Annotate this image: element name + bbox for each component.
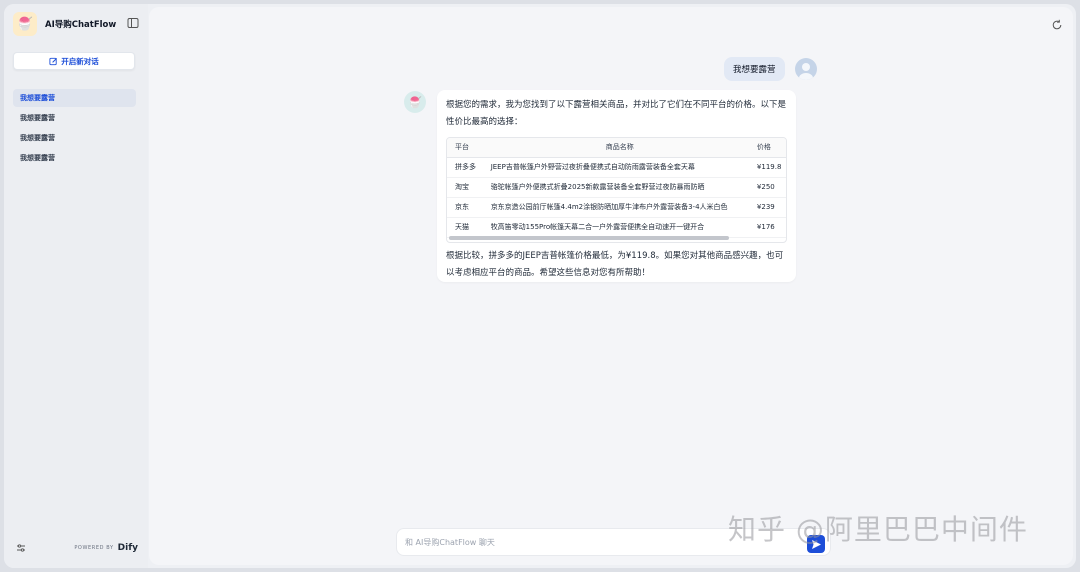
conversation-label: 我想要露营 (20, 134, 55, 142)
settings-icon[interactable] (16, 543, 26, 553)
app-header: 🍧 AI导购ChatFlow (13, 11, 141, 37)
app-logo-icon: 🍧 (13, 12, 37, 36)
user-message-row: 我想要露营 (724, 57, 817, 81)
user-avatar (794, 58, 817, 80)
conversation-item[interactable]: 我想要露营 (13, 129, 136, 147)
cell-product: JEEP吉普帐篷户外野营过夜折叠便携式自动防雨露营装备全套天幕 (482, 157, 749, 178)
new-chat-button[interactable]: 开启新对话 (13, 52, 135, 70)
sidebar-footer: POWERED BY Dify (16, 542, 138, 554)
cell-product: 京东京造公园前厅帐篷4.4m2涂银防晒加厚牛津布户外露营装备3-4人米白色 (482, 197, 749, 218)
cell-price: ¥239 (748, 197, 786, 218)
dify-logo: Dify (117, 543, 138, 553)
edit-icon (49, 57, 58, 65)
header-platform: 平台 (447, 138, 483, 158)
cell-product: 牧高笛零动155Pro帐篷天幕二合一户外露营便携全自动速开一键开合 (482, 217, 749, 238)
cell-platform: 淘宝 (447, 177, 483, 198)
header-price: 价格 (748, 138, 786, 158)
user-message-bubble: 我想要露营 (724, 57, 785, 81)
table-row: 京东 京东京造公园前厅帐篷4.4m2涂银防晒加厚牛津布户外露营装备3-4人米白色… (447, 197, 786, 218)
table-row: 拼多多 JEEP吉普帐篷户外野营过夜折叠便携式自动防雨露营装备全套天幕 ¥119… (447, 157, 786, 178)
bot-intro-text: 根据您的需求，我为您找到了以下露营相关商品，并对比了它们在不同平台的价格。以下是… (446, 100, 787, 127)
sidebar: 🍧 AI导购ChatFlow 开启新对话 我想要露营 我想要露营 我想要露营 我… (4, 4, 148, 568)
conversation-item[interactable]: 我想要露营 (13, 109, 136, 127)
user-avatar-icon (798, 63, 813, 80)
chat-area: 我想要露营 🍧 根据您的需求，我为您找到了以下露营相关商品，并对比了它们在不同平… (149, 7, 1073, 565)
table-header-row: 平台 商品名称 价格 (447, 138, 786, 158)
bot-conclusion-text: 根据比较，拼多多的JEEP吉普帐篷价格最低，为¥119.8。如果您对其他商品感兴… (446, 251, 784, 278)
bot-avatar-icon: 🍧 (404, 91, 426, 113)
cell-price: ¥176 (748, 217, 786, 238)
price-comparison-table[interactable]: 平台 商品名称 价格 拼多多 JEEP吉普帐篷户外野营过夜折叠便携式自动防雨露营… (446, 137, 787, 243)
conversation-label: 我想要露营 (20, 94, 55, 102)
header-product-name: 商品名称 (482, 138, 749, 158)
app-title: AI导购ChatFlow (45, 20, 117, 30)
conversation-item[interactable]: 我想要露营 (13, 89, 136, 107)
watermark: 知乎 @阿里巴巴中间件 (728, 513, 1028, 546)
cell-price: ¥119.8 (748, 157, 786, 178)
cell-product: 骆驼帐篷户外便携式折叠2025新款露营装备全套野营过夜防暴雨防晒 (482, 177, 749, 198)
cell-price: ¥250 (748, 177, 786, 198)
conversation-label: 我想要露营 (20, 154, 55, 162)
app-window: 🍧 AI导购ChatFlow 开启新对话 我想要露营 我想要露营 我想要露营 我… (4, 4, 1076, 568)
conversation-item[interactable]: 我想要露营 (13, 149, 136, 167)
powered-by-label: POWERED BY (74, 545, 114, 551)
table-horizontal-scrollbar[interactable] (449, 236, 729, 240)
powered-by: POWERED BY Dify (74, 543, 138, 553)
cell-platform: 天猫 (447, 217, 483, 238)
bot-message-card: 根据您的需求，我为您找到了以下露营相关商品，并对比了它们在不同平台的价格。以下是… (437, 90, 796, 282)
table-row: 淘宝 骆驼帐篷户外便携式折叠2025新款露营装备全套野营过夜防暴雨防晒 ¥250 (447, 177, 786, 198)
refresh-icon[interactable] (1051, 19, 1063, 31)
conversation-label: 我想要露营 (20, 114, 55, 122)
table-row: 天猫 牧高笛零动155Pro帐篷天幕二合一户外露营便携全自动速开一键开合 ¥17… (447, 217, 786, 238)
new-chat-label: 开启新对话 (61, 56, 99, 66)
user-message-text: 我想要露营 (733, 65, 776, 75)
sidebar-collapse-icon[interactable] (127, 17, 139, 29)
cell-platform: 拼多多 (447, 157, 483, 178)
cell-platform: 京东 (447, 197, 483, 218)
conversation-list: 我想要露营 我想要露营 我想要露营 我想要露营 (13, 89, 136, 169)
